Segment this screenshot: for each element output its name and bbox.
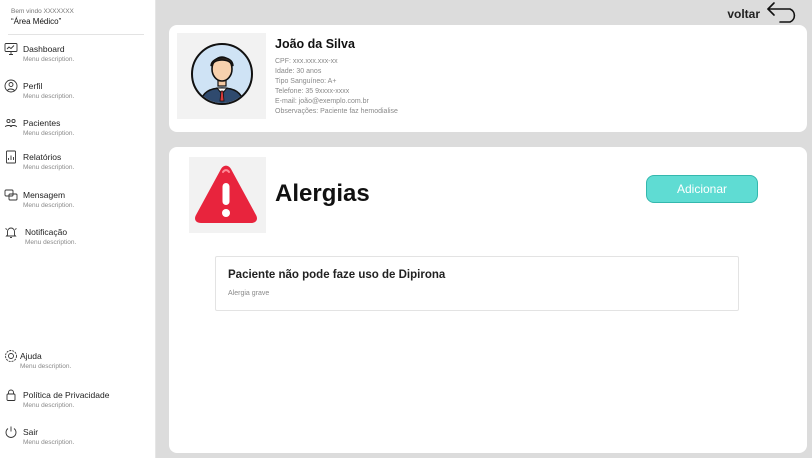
patient-name: João da Silva bbox=[275, 37, 355, 51]
patient-cpf: CPF: xxx.xxx.xxx-xx bbox=[275, 58, 338, 65]
monitor-icon bbox=[4, 42, 20, 56]
welcome-block: Bem vindo XXXXXXX “Área Médico” bbox=[11, 8, 74, 26]
users-icon bbox=[4, 116, 20, 130]
sidebar-item-description: Menu description. bbox=[23, 93, 75, 100]
sidebar-item-label: Dashboard bbox=[23, 44, 65, 54]
sidebar-item-perfil[interactable]: Perfil Menu description. bbox=[4, 79, 152, 109]
welcome-text: Bem vindo XXXXXXX bbox=[11, 8, 74, 15]
sidebar-item-description: Menu description. bbox=[23, 439, 75, 446]
sidebar-item-privacidade[interactable]: Política de Privacidade Menu description… bbox=[4, 388, 152, 418]
warning-icon bbox=[195, 165, 257, 223]
sidebar: Bem vindo XXXXXXX “Área Médico” Dashboar… bbox=[0, 0, 156, 458]
sidebar-item-notificacao[interactable]: Notificação Menu description. bbox=[4, 225, 152, 255]
sidebar-item-relatorios[interactable]: Relatórios Menu description. bbox=[4, 150, 152, 180]
area-label: “Área Médico” bbox=[11, 17, 62, 26]
patient-card: João da Silva CPF: xxx.xxx.xxx-xx Idade:… bbox=[169, 25, 807, 132]
back-button[interactable]: voltar bbox=[727, 1, 800, 28]
back-label: voltar bbox=[727, 7, 760, 21]
sidebar-item-label: Política de Privacidade bbox=[23, 390, 110, 400]
allergy-title: Paciente não pode faze uso de Dipirona bbox=[228, 269, 446, 281]
warning-image bbox=[189, 157, 266, 233]
lock-icon bbox=[4, 388, 20, 402]
doctor-avatar-icon bbox=[191, 43, 253, 105]
power-icon bbox=[4, 425, 20, 439]
patient-email: E-mail: joão@exemplo.com.br bbox=[275, 98, 369, 105]
sidebar-item-description: Menu description. bbox=[20, 363, 72, 370]
bell-icon bbox=[4, 225, 20, 239]
allergies-title: Alergias bbox=[275, 180, 370, 207]
report-icon bbox=[4, 150, 20, 164]
sidebar-divider bbox=[8, 34, 144, 35]
sidebar-item-description: Menu description. bbox=[23, 402, 75, 409]
patient-age: Idade: 30 anos bbox=[275, 68, 322, 75]
patient-notes: Observações: Paciente faz hemodialise bbox=[275, 108, 398, 115]
sidebar-item-label: Notificação bbox=[25, 227, 68, 237]
sidebar-item-description: Menu description. bbox=[23, 202, 75, 209]
add-allergy-button[interactable]: Adicionar bbox=[646, 175, 758, 203]
allergy-description: Alergia grave bbox=[228, 290, 270, 297]
sidebar-item-label: Pacientes bbox=[23, 118, 61, 128]
patient-blood-type: Tipo Sanguíneo: A+ bbox=[275, 78, 337, 85]
back-arrow-icon bbox=[766, 1, 800, 28]
sidebar-item-sair[interactable]: Sair Menu description. bbox=[4, 425, 152, 455]
user-icon bbox=[4, 79, 20, 93]
sidebar-item-label: Mensagem bbox=[23, 190, 66, 200]
allergy-item[interactable]: Paciente não pode faze uso de Dipirona A… bbox=[215, 256, 739, 311]
sidebar-item-ajuda[interactable]: Ajuda Menu description. bbox=[4, 349, 152, 379]
sidebar-item-mensagem[interactable]: Mensagem Menu description. bbox=[4, 188, 152, 218]
sidebar-item-label: Perfil bbox=[23, 81, 43, 91]
sidebar-item-description: Menu description. bbox=[23, 164, 75, 171]
patient-phone: Telefone: 35 9xxxx-xxxx bbox=[275, 88, 350, 95]
sidebar-item-description: Menu description. bbox=[23, 56, 75, 63]
allergies-panel: Alergias Adicionar Paciente não pode faz… bbox=[169, 147, 807, 453]
sidebar-item-description: Menu description. bbox=[23, 130, 75, 137]
sidebar-item-label: Sair bbox=[23, 427, 39, 437]
sidebar-item-description: Menu description. bbox=[25, 239, 77, 246]
patient-avatar bbox=[177, 33, 266, 119]
patient-info: CPF: xxx.xxx.xxx-xx Idade: 30 anos Tipo … bbox=[275, 57, 398, 117]
sidebar-item-dashboard[interactable]: Dashboard Menu description. bbox=[4, 42, 152, 72]
help-icon bbox=[4, 349, 20, 363]
sidebar-item-label: Ajuda bbox=[20, 351, 42, 361]
sidebar-item-pacientes[interactable]: Pacientes Menu description. bbox=[4, 116, 152, 146]
sidebar-item-label: Relatórios bbox=[23, 152, 62, 162]
message-icon bbox=[4, 188, 20, 202]
